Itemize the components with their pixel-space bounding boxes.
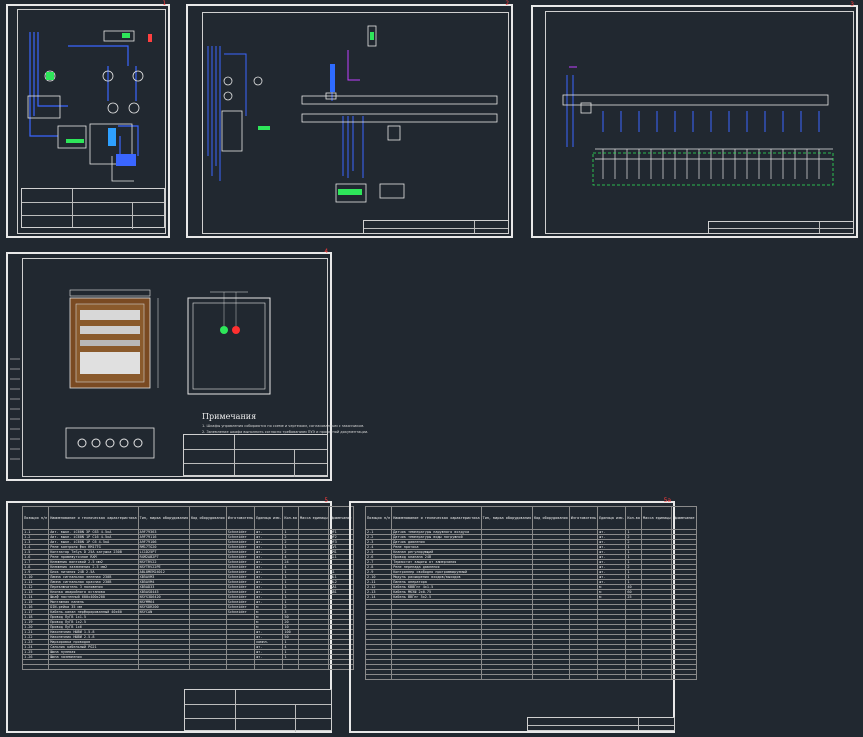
table-header-cell: Код оборудования bbox=[189, 506, 227, 530]
table-cell bbox=[568, 674, 599, 680]
sheet-1-title-block bbox=[21, 188, 165, 229]
table-header-cell: Единица изм. bbox=[597, 506, 627, 530]
table-cell bbox=[532, 674, 570, 680]
table-header-cell: Тип, марка оборудования bbox=[480, 506, 534, 530]
sheet-2-schematic bbox=[207, 25, 498, 203]
specification-table-left: Позиция п/п Наименование и техническая ха… bbox=[21, 506, 354, 670]
table-cell bbox=[641, 674, 673, 680]
table-cell bbox=[391, 674, 482, 680]
table-row bbox=[21, 664, 354, 670]
table-cell bbox=[189, 664, 227, 670]
table-cell bbox=[671, 674, 697, 680]
table-header-cell: Наименование и техническая характеристик… bbox=[391, 506, 482, 530]
table-header-cell: Тип, марка оборудования bbox=[137, 506, 191, 530]
sheet-1: 1 bbox=[6, 0, 170, 238]
table-header-cell: Примечание bbox=[671, 506, 697, 530]
sheet-5-number: 5 bbox=[324, 497, 328, 504]
table-header-cell: Масса единицы bbox=[298, 506, 330, 530]
table-header-cell: Позиция п/п bbox=[364, 506, 393, 530]
table-row bbox=[364, 674, 697, 680]
table-cell bbox=[480, 674, 534, 680]
table-cell bbox=[254, 664, 284, 670]
table-cell bbox=[48, 664, 139, 670]
notes-line-1: 1. Шкафы управления собираются по схеме … bbox=[202, 424, 365, 428]
sheet-3-schematic bbox=[562, 66, 834, 186]
sheet-5-title-block bbox=[184, 689, 332, 732]
table-header-cell: Наименование и техническая характеристик… bbox=[48, 506, 139, 530]
table-cell bbox=[282, 664, 300, 670]
table-header-cell: Масса единицы bbox=[641, 506, 673, 530]
sheet-6-title-block bbox=[527, 717, 675, 731]
table-header-cell: Изготовитель bbox=[568, 506, 599, 530]
table-header-cell: Кол-во bbox=[625, 506, 643, 530]
sheet-6-number: 5a bbox=[663, 497, 671, 504]
table-header-cell: Кол-во bbox=[282, 506, 300, 530]
table-cell: Датчик температуры наружного воздуха bbox=[391, 529, 482, 535]
table-header-cell: Изготовитель bbox=[225, 506, 256, 530]
sheet-3-title-block bbox=[708, 221, 854, 234]
table-cell bbox=[597, 674, 627, 680]
table-cell bbox=[625, 674, 643, 680]
table-cell bbox=[298, 664, 330, 670]
table-header-cell: Код оборудования bbox=[532, 506, 570, 530]
specification-table-right: Позиция п/п Наименование и техническая ха… bbox=[364, 506, 697, 680]
sheet-3: 3 bbox=[531, 1, 858, 238]
sheet-4-title-block bbox=[183, 434, 328, 477]
notes-title: Примечания bbox=[202, 412, 257, 421]
table-header-cell: Единица изм. bbox=[254, 506, 284, 530]
table-cell bbox=[225, 664, 256, 670]
table-cell bbox=[364, 674, 393, 680]
table-header-cell: Позиция п/п bbox=[21, 506, 50, 530]
sheet-2-title-block bbox=[363, 220, 509, 234]
sheet-6: 5a Позиция п/п Наименование и техническая… bbox=[349, 497, 697, 733]
sheet-5: 5 Позиция п/п Наименование и техническая … bbox=[6, 497, 354, 733]
sheet-4: 4 Примечания 1. Шкафы управления собираю… bbox=[6, 248, 368, 481]
table-cell bbox=[137, 664, 191, 670]
table-cell bbox=[21, 664, 50, 670]
sheet-2: 2 bbox=[186, 0, 513, 238]
